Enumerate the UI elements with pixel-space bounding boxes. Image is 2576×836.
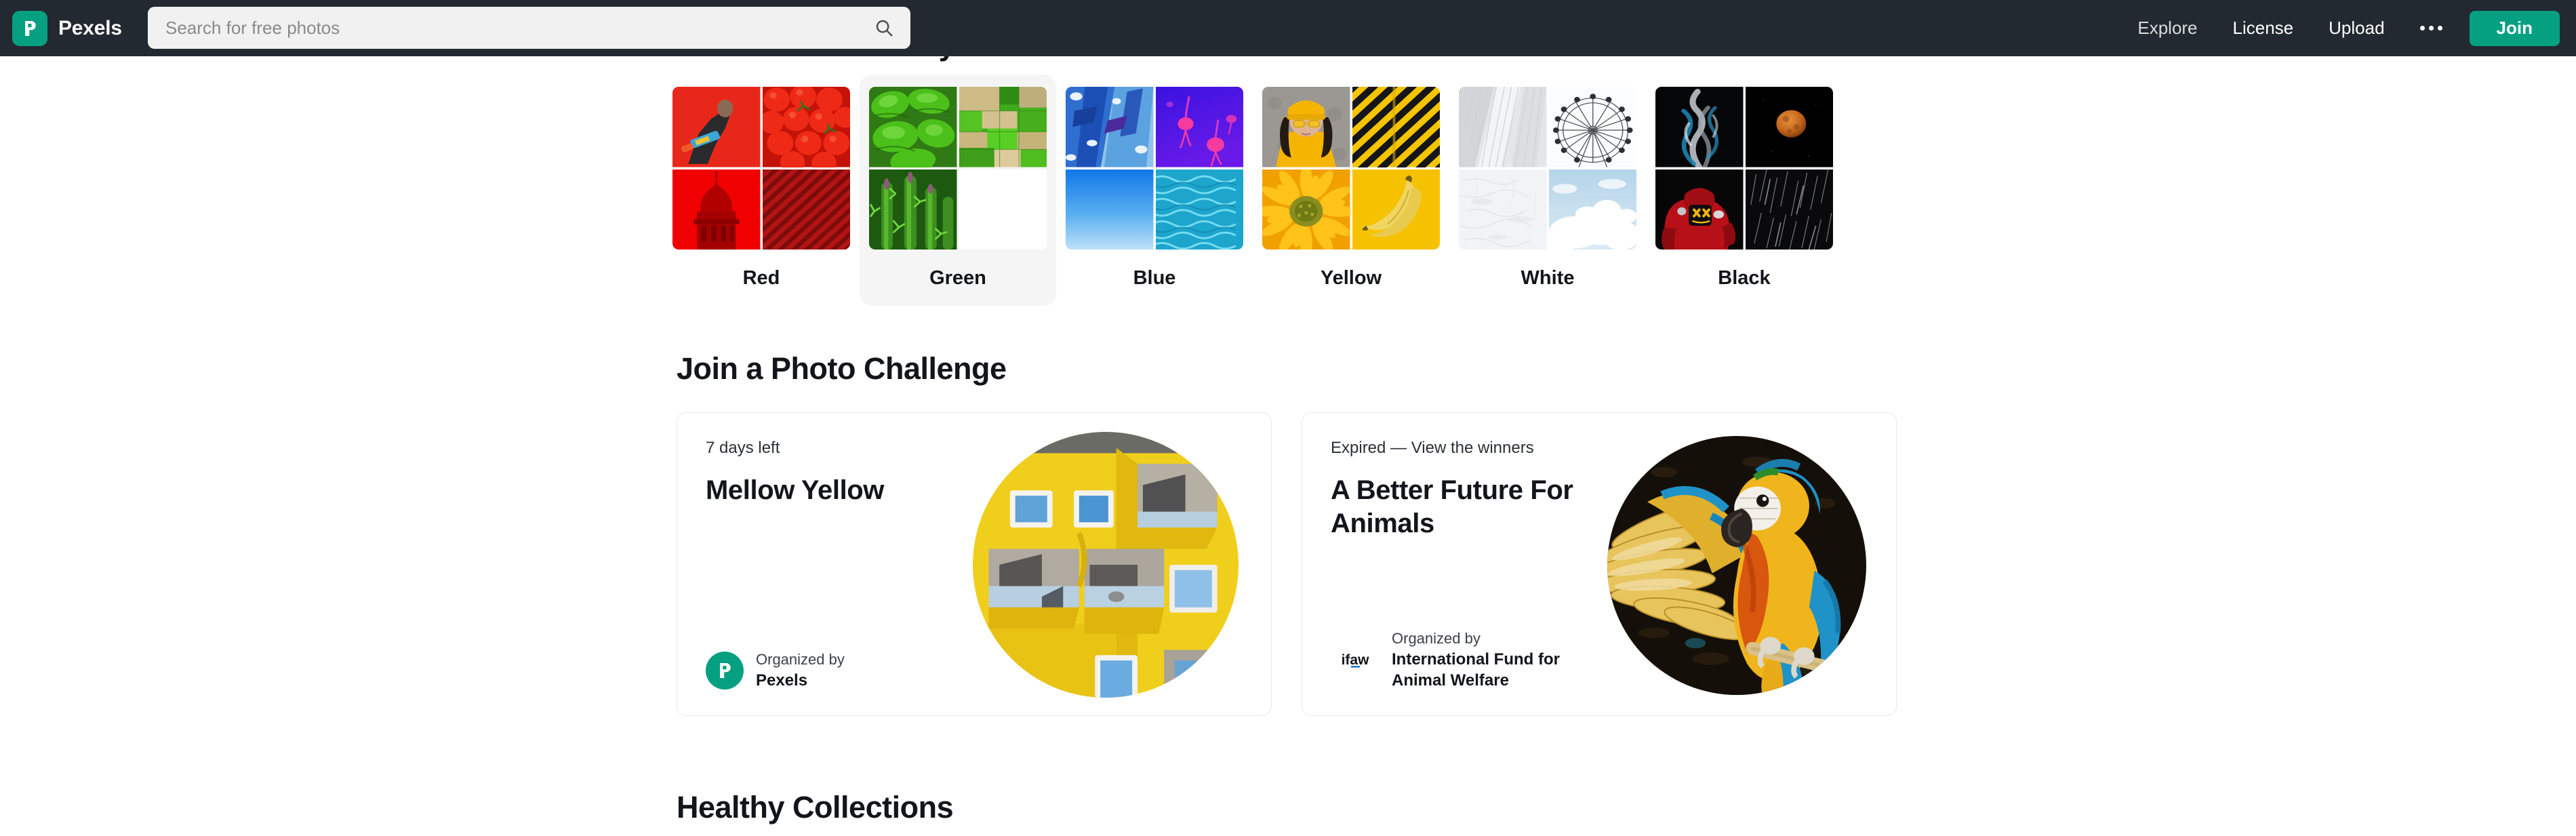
- color-tile-red-chainsaw-man: [672, 87, 761, 167]
- color-tile-yellow-hazard-stripes: [1352, 87, 1440, 167]
- color-tile-grid: [869, 87, 1047, 250]
- color-tile-grid: [1262, 87, 1440, 250]
- color-card-black[interactable]: Black: [1646, 75, 1843, 306]
- organizer-name: International Fund for Animal Welfare: [1392, 650, 1560, 690]
- color-tile-red-dome-building: [672, 169, 761, 250]
- challenge-name: Mellow Yellow: [706, 475, 885, 505]
- challenge-card-mellow-yellow[interactable]: 7 days left Mellow Yellow Organized by P…: [677, 412, 1272, 716]
- nav-link-license[interactable]: License: [2215, 0, 2312, 56]
- organized-by-label: Organized by: [756, 651, 845, 669]
- ellipsis-icon[interactable]: [2402, 26, 2460, 31]
- svg-text:ifaw: ifaw: [1342, 652, 1370, 668]
- color-tile-white-ferris-wheel: [1548, 87, 1636, 167]
- color-card-label: White: [1521, 267, 1575, 289]
- color-tile-grid: [672, 87, 850, 250]
- color-card-label: Black: [1718, 267, 1771, 289]
- color-tile-grid: [1459, 87, 1636, 250]
- color-tile-yellow-sunflower: [1262, 169, 1350, 250]
- color-tile-red-tomatoes: [762, 87, 850, 167]
- pexels-circle-avatar-icon: [706, 651, 744, 690]
- color-card-yellow[interactable]: Yellow: [1253, 75, 1449, 306]
- color-tile-blue-paint-texture: [1066, 87, 1154, 167]
- color-card-label: Yellow: [1320, 267, 1382, 289]
- header-nav: Explore License Upload Join: [2120, 0, 2560, 56]
- challenge-status: 7 days left: [706, 439, 780, 457]
- challenge-organizer-text: Organized by Pexels: [756, 650, 845, 691]
- color-card-red[interactable]: Red: [663, 75, 860, 306]
- color-tile-green-cactus-plants: [869, 169, 957, 250]
- color-card-row: Red Green Blue Yellow White Black: [663, 75, 1843, 306]
- color-tile-empty: [959, 169, 1047, 250]
- color-card-blue[interactable]: Blue: [1056, 75, 1253, 306]
- color-tile-black-smoke: [1655, 87, 1744, 167]
- color-tile-grid: [1655, 87, 1833, 250]
- organizer-name: Pexels: [756, 671, 808, 690]
- search-input[interactable]: [148, 7, 910, 49]
- color-card-green[interactable]: Green: [860, 75, 1056, 306]
- pexels-logo-icon: [12, 10, 47, 46]
- color-tile-blue-pool-water: [1155, 169, 1243, 250]
- color-tile-black-rain-streaks: [1745, 169, 1833, 250]
- color-tile-black-blood-moon: [1745, 87, 1833, 167]
- challenge-photo-blue-gold-macaw: [1607, 436, 1866, 695]
- color-tile-black-red-hoodie: [1655, 169, 1744, 250]
- challenge-organizer: Organized by Pexels: [706, 650, 845, 691]
- color-card-white[interactable]: White: [1449, 75, 1646, 306]
- challenge-photo-yellow-building-facade: [973, 432, 1239, 698]
- brand-home-link[interactable]: Pexels: [12, 0, 122, 56]
- color-card-label: Red: [742, 267, 780, 289]
- color-tile-yellow-bananas: [1352, 169, 1440, 250]
- dot: [2428, 26, 2434, 31]
- challenge-name: A Better Future For Animals: [1331, 475, 1573, 538]
- color-tile-green-lettuce-leaves: [869, 87, 957, 167]
- color-tile-blue-sky-gradient: [1066, 169, 1154, 250]
- dot: [2437, 26, 2442, 31]
- brand-name-label: Pexels: [58, 16, 122, 39]
- color-tile-white-plaster-wall: [1459, 169, 1547, 250]
- color-tile-yellow-beanie-woman: [1262, 87, 1350, 167]
- nav-link-upload[interactable]: Upload: [2311, 0, 2402, 56]
- join-button[interactable]: Join: [2469, 10, 2560, 46]
- challenge-status: Expired — View the winners: [1331, 439, 1534, 457]
- color-card-label: Green: [929, 267, 986, 289]
- challenge-organizer: ifaw Organized by International Fund for…: [1331, 629, 1615, 691]
- search-container: [148, 7, 910, 49]
- dot: [2419, 26, 2425, 31]
- color-tile-grid: [1066, 87, 1243, 250]
- color-tile-red-diagonal-stripes: [762, 169, 850, 250]
- ifaw-wordmark-icon: ifaw: [1331, 650, 1380, 670]
- color-card-label: Blue: [1133, 267, 1176, 289]
- color-tile-blue-jellyfish: [1155, 87, 1243, 167]
- nav-link-explore[interactable]: Explore: [2120, 0, 2215, 56]
- healthy-collections-title: Healthy Collections: [677, 790, 954, 824]
- challenge-card-a-better-future-for-animals[interactable]: Expired — View the winners A Better Futu…: [1302, 412, 1897, 716]
- photo-challenge-title: Join a Photo Challenge: [677, 351, 1007, 386]
- top-header-bar: Pexels Explore License Upload Join: [0, 0, 2576, 56]
- challenge-organizer-text: Organized by International Fund for Anim…: [1392, 629, 1615, 691]
- photo-challenge-row: 7 days left Mellow Yellow Organized by P…: [677, 412, 1897, 716]
- color-tile-green-aerial-fields: [959, 87, 1047, 167]
- color-tile-white-architecture: [1459, 87, 1547, 167]
- organized-by-label: Organized by: [1392, 629, 1481, 647]
- color-tile-white-clouds-sky: [1548, 169, 1636, 250]
